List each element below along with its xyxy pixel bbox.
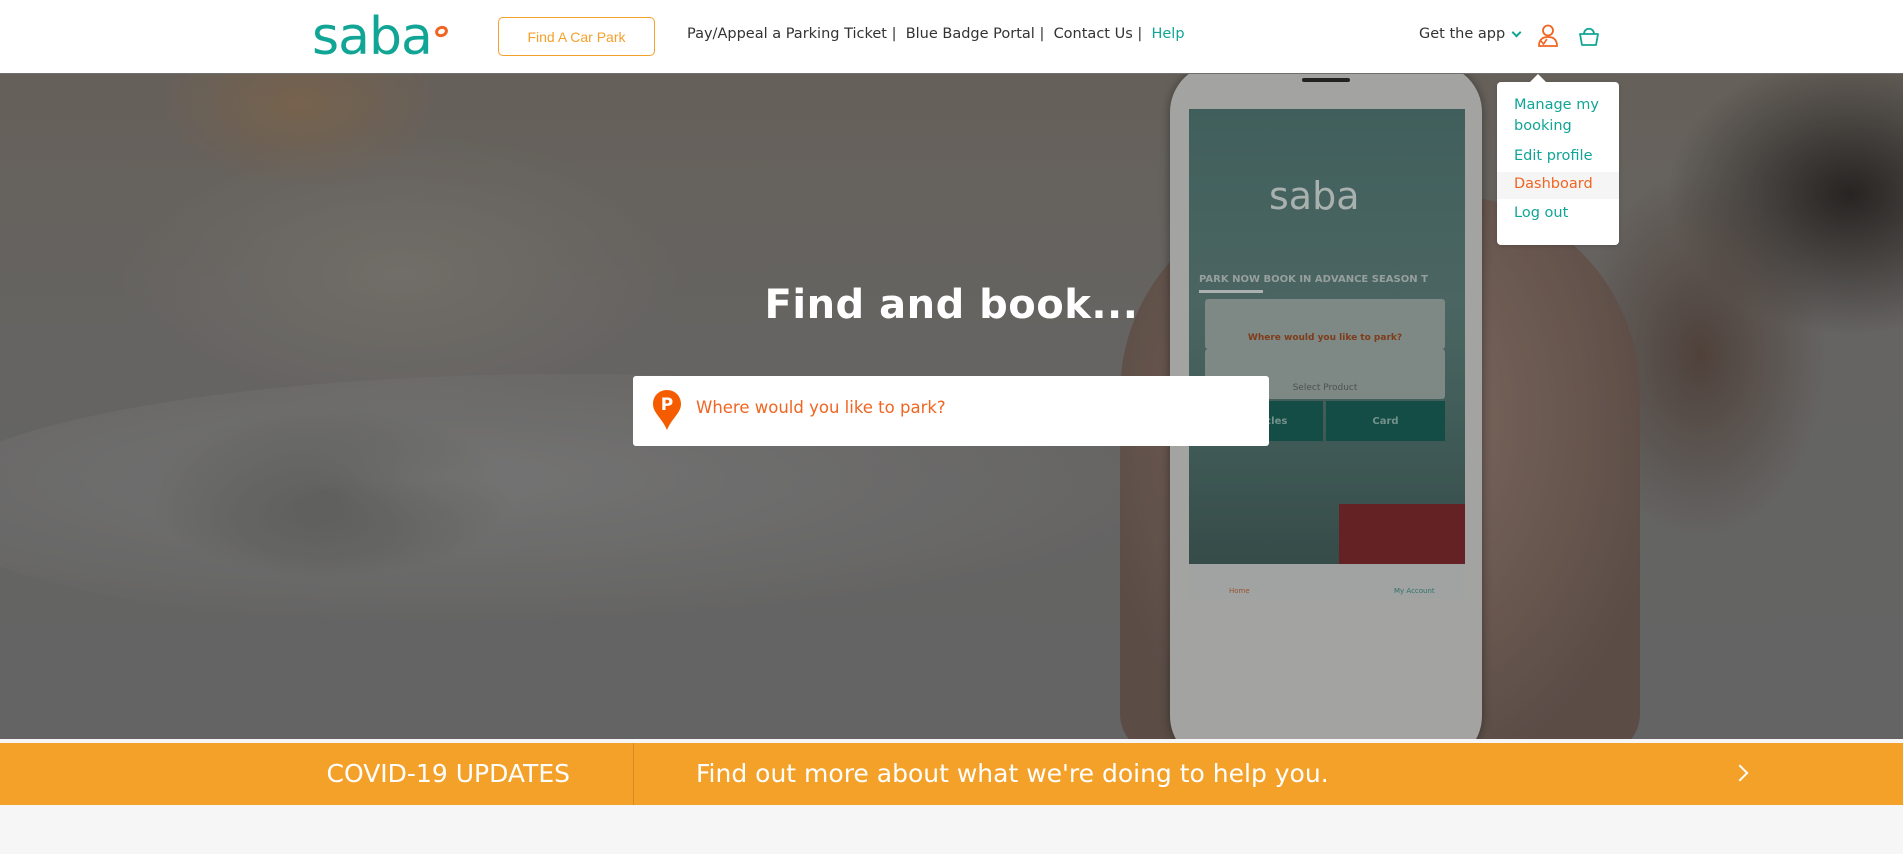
menu-item-edit-profile[interactable]: Edit profile [1497, 143, 1619, 172]
user-icon[interactable] [1537, 24, 1559, 48]
logo-text: saba [312, 7, 433, 67]
chevron-down-icon [1511, 27, 1522, 38]
logo-dot-icon [433, 24, 450, 39]
chevron-right-icon[interactable] [1731, 764, 1749, 782]
get-the-app-label: Get the app [1419, 26, 1506, 42]
get-the-app-dropdown[interactable]: Get the app [1419, 26, 1522, 42]
covid-banner[interactable]: COVID-19 UPDATES Find out more about wha… [0, 743, 1903, 805]
main-nav: Pay/Appeal a Parking Ticket | Blue Badge… [687, 26, 1185, 42]
covid-divider [633, 743, 634, 805]
nav-separator: | [1034, 26, 1054, 42]
nav-blue-badge-portal[interactable]: Blue Badge Portal [906, 26, 1035, 42]
covid-message: Find out more about what we're doing to … [696, 759, 1329, 788]
nav-contact-us[interactable]: Contact Us [1054, 26, 1133, 42]
nav-pay-appeal-ticket[interactable]: Pay/Appeal a Parking Ticket [687, 26, 887, 42]
menu-item-manage-booking[interactable]: Manage my booking [1497, 82, 1619, 143]
covid-title: COVID-19 UPDATES [326, 759, 570, 788]
pin-letter: P [661, 395, 673, 415]
basket-icon[interactable] [1578, 24, 1600, 48]
menu-item-log-out[interactable]: Log out [1497, 199, 1619, 230]
nav-help[interactable]: Help [1151, 26, 1184, 42]
search-input[interactable] [696, 398, 1246, 417]
menu-item-dashboard[interactable]: Dashboard [1497, 172, 1619, 199]
nav-separator: | [1132, 26, 1152, 42]
hero-title: Find and book... [764, 282, 1139, 328]
site-header: saba Find A Car Park Pay/Appeal a Parkin… [0, 0, 1903, 74]
page-content-area [0, 805, 1903, 854]
nav-separator: | [886, 26, 906, 42]
saba-logo[interactable]: saba [312, 7, 450, 67]
car-park-search[interactable]: P [633, 376, 1269, 446]
account-dropdown-menu: Manage my booking Edit profile Dashboard… [1497, 74, 1619, 245]
parking-pin-icon: P [653, 390, 681, 430]
find-car-park-button[interactable]: Find A Car Park [498, 17, 655, 56]
